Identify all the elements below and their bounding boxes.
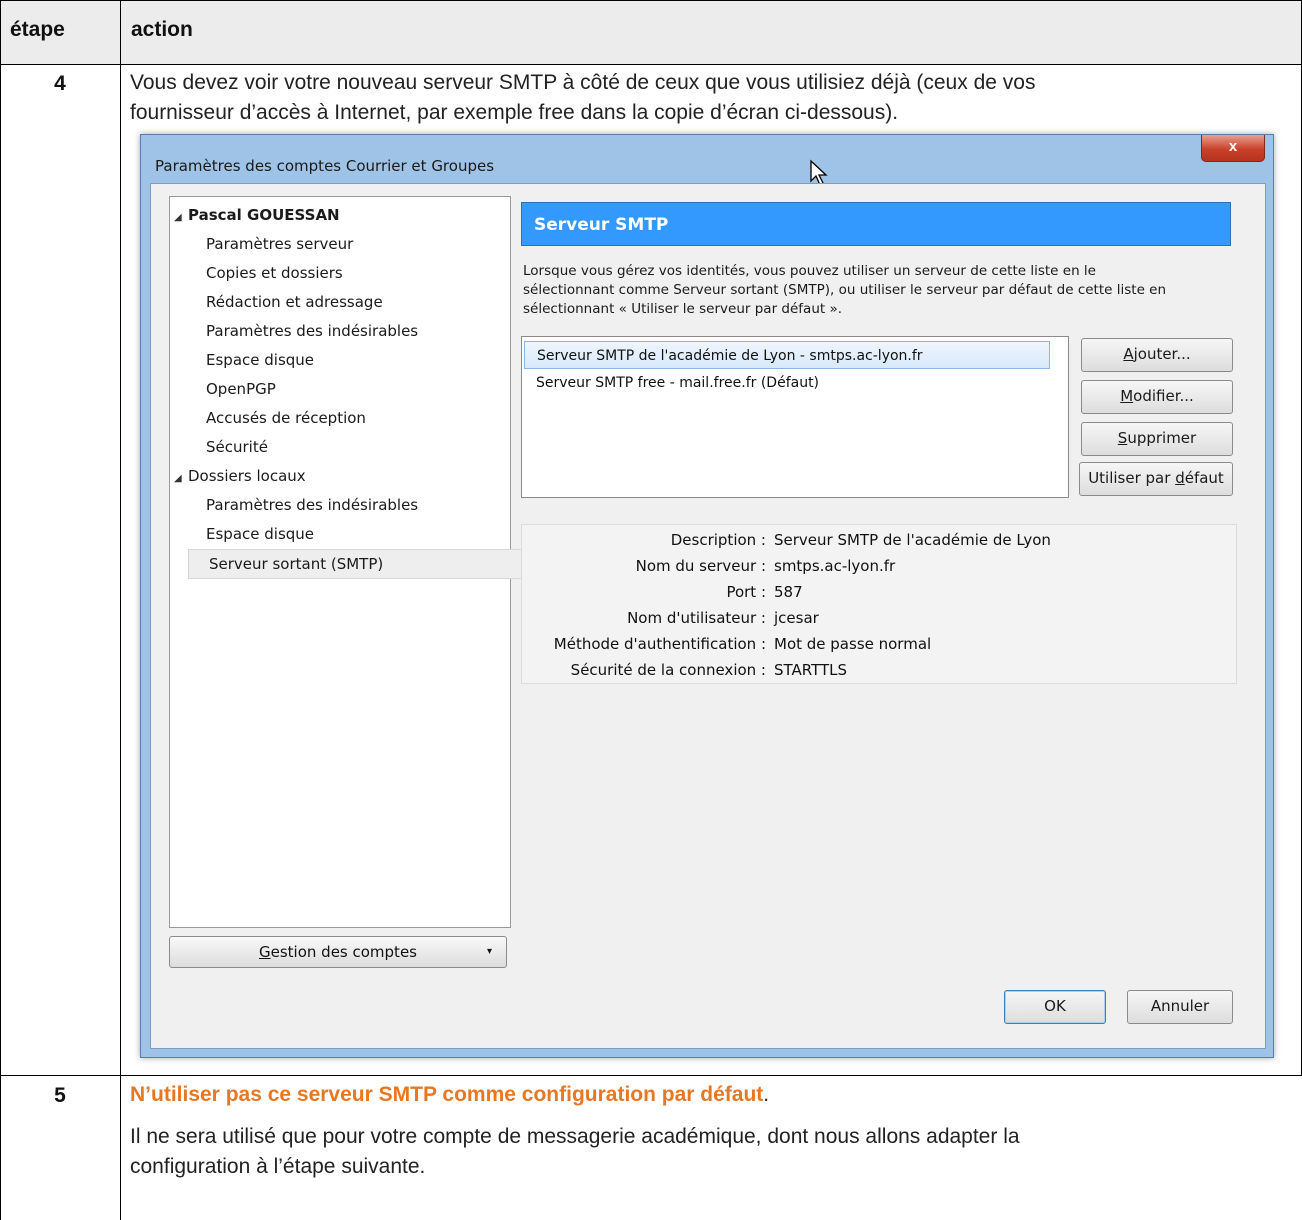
tree-item-label: Paramètres des indésirables [206, 496, 419, 514]
edit-label: odifier... [1133, 387, 1194, 405]
set-default-label: Utiliser par [1088, 469, 1176, 487]
detail-label: Nom d'utilisateur : [627, 609, 766, 627]
step4-line: fournisseur d’accès à Internet, par exem… [130, 101, 899, 124]
add-mnemonic: A [1123, 345, 1134, 363]
step5-period: . [763, 1083, 770, 1106]
tree-item[interactable]: Paramètres des indésirables [206, 491, 418, 519]
detail-value: STARTTLS [774, 661, 848, 679]
tree-item[interactable]: Espace disque [206, 346, 314, 374]
panel-description: Lorsque vous gérez vos identités, vous p… [523, 262, 1243, 319]
table-divider [0, 64, 1302, 65]
table-border-left [0, 0, 1, 1220]
dialog-body: ◢ Pascal GOUESSAN Paramètres serveur Copies… [150, 183, 1266, 1049]
account-actions-label: estion des comptes [270, 943, 417, 961]
detail-label: Nom du serveur : [635, 557, 766, 575]
detail-label: Port : [726, 583, 766, 601]
smtp-server-item[interactable]: Serveur SMTP free - mail.free.fr (Défaut… [524, 369, 819, 397]
detail-row: Nom du serveur : smtps.ac-lyon.fr [522, 553, 1236, 579]
delete-mnemonic: S [1117, 429, 1128, 447]
tree-item-label: OpenPGP [206, 380, 276, 398]
tree-item-label: Pascal GOUESSAN [188, 206, 340, 224]
detail-row: Nom d'utilisateur : jcesar [522, 605, 1236, 631]
table-column-divider [120, 0, 121, 1220]
detail-value: jcesar [774, 609, 819, 627]
tree-item[interactable]: OpenPGP [206, 375, 276, 403]
step5-highlight: N’utiliser pas ce serveur SMTP comme con… [130, 1083, 764, 1106]
server-details: Description : Serveur SMTP de l'académie … [521, 524, 1237, 684]
step4-line: Vous devez voir votre nouveau serveur SM… [130, 71, 1036, 94]
detail-value: Serveur SMTP de l'académie de Lyon [774, 531, 1051, 549]
description-line: Lorsque vous gérez vos identités, vous p… [523, 263, 1096, 279]
tree-item[interactable]: Serveur sortant (SMTP) [188, 549, 546, 579]
tree-item-label: Sécurité [206, 438, 268, 456]
step-number: 4 [54, 72, 66, 95]
dialog-title: Paramètres des comptes Courrier et Group… [155, 157, 495, 175]
tree-item-label: Espace disque [206, 351, 315, 369]
tree-item[interactable]: Paramètres des indésirables [206, 317, 418, 345]
smtp-server-item[interactable]: Serveur SMTP de l'académie de Lyon - smt… [524, 341, 1050, 369]
close-icon: x [1228, 138, 1238, 155]
tree-item[interactable]: Espace disque [206, 520, 314, 548]
delete-button[interactable]: Supprimer [1081, 422, 1233, 456]
set-default-mnemonic: d [1175, 469, 1185, 487]
tree-item-label: Paramètres serveur [206, 235, 354, 253]
tree-item-label: Copies et dossiers [206, 264, 343, 282]
tree-item-label: Rédaction et adressage [206, 293, 383, 311]
detail-row: Sécurité de la connexion : STARTTLS [522, 657, 1236, 683]
dropdown-arrow-icon: ▾ [486, 946, 492, 957]
detail-label: Sécurité de la connexion : [570, 661, 766, 679]
cancel-button[interactable]: Annuler [1127, 990, 1233, 1024]
close-button[interactable]: x [1201, 135, 1265, 162]
ok-button[interactable]: OK [1004, 990, 1106, 1024]
tree-item-label: Dossiers locaux [188, 467, 306, 485]
header-step: étape [10, 18, 65, 41]
document-page: étape action 4 Vous devez voir votre nou… [0, 0, 1302, 1220]
header-action: action [131, 18, 193, 41]
edit-button[interactable]: Modifier... [1081, 380, 1233, 414]
tree-item[interactable]: Accusés de réception [206, 404, 366, 432]
tree-item[interactable]: Rédaction et adressage [206, 288, 383, 316]
detail-value: 587 [774, 583, 803, 601]
detail-label: Méthode d'authentification : [553, 635, 766, 653]
detail-row: Méthode d'authentification : Mot de passe… [522, 631, 1236, 657]
tree-item-label: Serveur sortant (SMTP) [209, 555, 384, 573]
set-default-button[interactable]: Utiliser par défaut [1079, 462, 1233, 496]
tree-item[interactable]: Sécurité [206, 433, 268, 461]
expand-triangle-icon[interactable]: ◢ [174, 204, 188, 232]
detail-value: smtps.ac-lyon.fr [774, 557, 896, 575]
account-actions-mnemonic: G [259, 943, 271, 961]
tree-item[interactable]: ◢ Dossiers locaux [174, 462, 306, 490]
smtp-server-list[interactable]: Serveur SMTP de l'académie de Lyon - smt… [521, 336, 1069, 498]
step5-text: N’utiliser pas ce serveur SMTP comme con… [130, 1080, 1020, 1182]
table-divider [0, 1075, 1302, 1076]
step5-line: Il ne sera utilisé que pour votre compte… [130, 1125, 1020, 1148]
step4-text: Vous devez voir votre nouveau serveur SM… [130, 68, 1035, 128]
tree-item-label: Accusés de réception [206, 409, 366, 427]
tree-item[interactable]: ◢ Pascal GOUESSAN [174, 201, 340, 229]
tree-item[interactable]: Copies et dossiers [206, 259, 343, 287]
table-border-top [0, 0, 1302, 1]
delete-label: upprimer [1127, 429, 1197, 447]
account-actions-button[interactable]: Gestion des comptes ▾ [169, 936, 507, 968]
tree-item-label: Paramètres des indésirables [206, 322, 419, 340]
step-number: 5 [54, 1084, 66, 1107]
add-label: jouter... [1133, 345, 1191, 363]
detail-row: Description : Serveur SMTP de l'académie … [522, 527, 1236, 553]
add-button[interactable]: Ajouter... [1081, 338, 1233, 372]
expand-triangle-icon[interactable]: ◢ [174, 465, 188, 493]
detail-row: Port : 587 [522, 579, 1236, 605]
edit-mnemonic: M [1120, 387, 1134, 405]
tree-item-label: Espace disque [206, 525, 315, 543]
set-default-label-end: éfaut [1184, 469, 1224, 487]
table-header: étape action [0, 0, 1302, 64]
panel-title: Serveur SMTP [521, 202, 1231, 246]
description-line: sélectionnant comme Serveur sortant (SMT… [523, 282, 1167, 298]
account-tree: ◢ Pascal GOUESSAN Paramètres serveur Copies… [169, 196, 546, 928]
description-line: sélectionnant « Utiliser le serveur par … [523, 301, 843, 317]
dialog-window: Paramètres des comptes Courrier et Group… [140, 134, 1274, 1058]
detail-value: Mot de passe normal [774, 635, 932, 653]
detail-label: Description : [670, 531, 766, 549]
tree-item[interactable]: Paramètres serveur [206, 230, 353, 258]
step5-line: configuration à l’étape suivante. [130, 1155, 426, 1178]
